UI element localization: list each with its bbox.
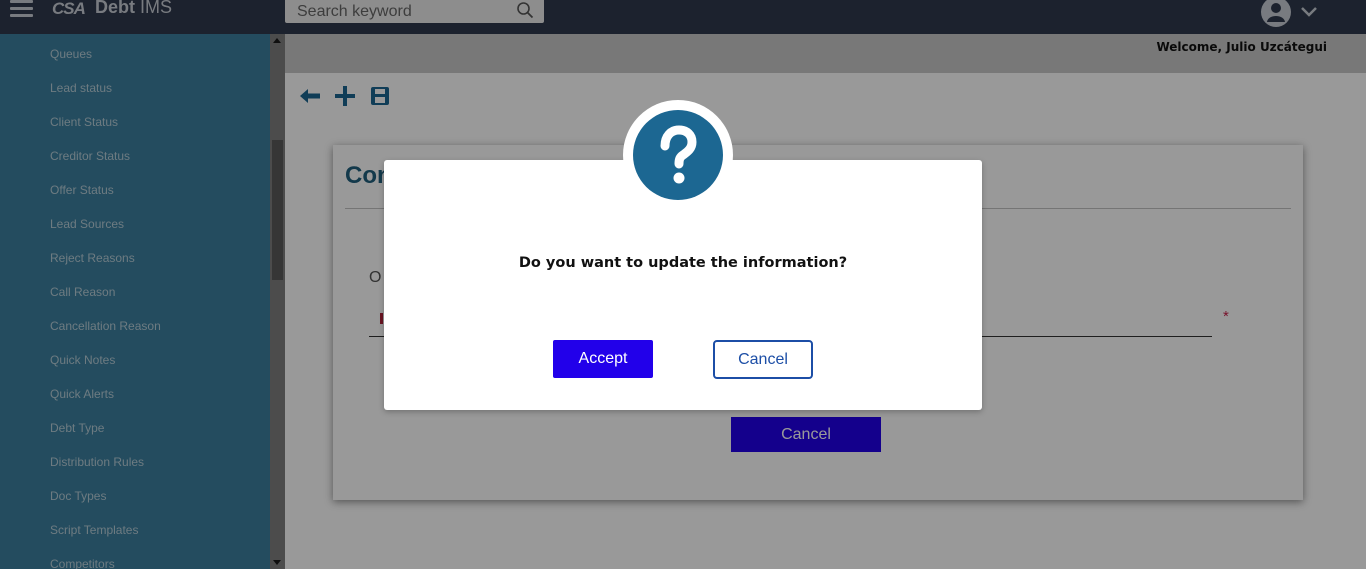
cancel-button[interactable]: Cancel <box>713 340 813 379</box>
accept-button[interactable]: Accept <box>553 340 653 378</box>
question-mark-icon <box>633 110 723 200</box>
dialog-message: Do you want to update the information? <box>518 255 848 271</box>
